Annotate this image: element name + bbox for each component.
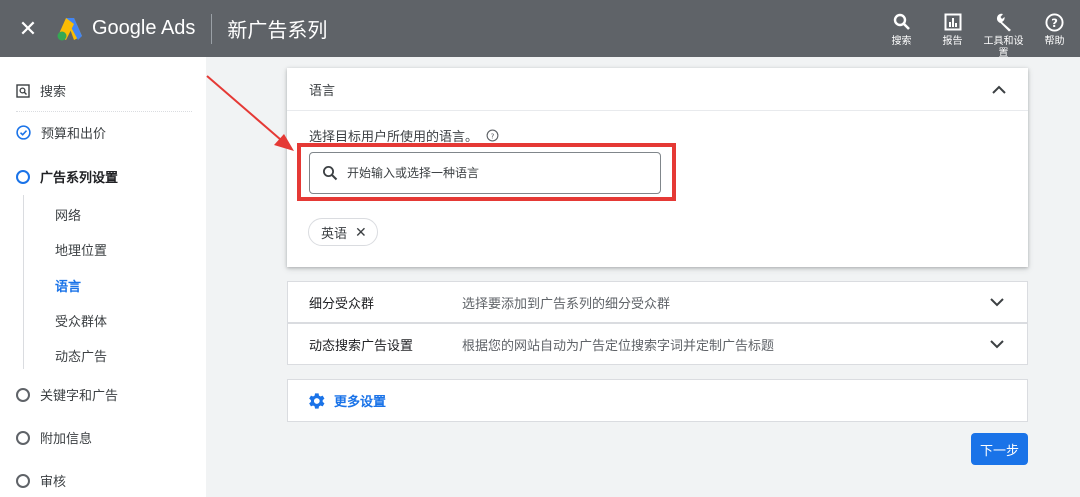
chevron-up-icon[interactable] — [992, 85, 1006, 94]
sidebar-step-label: 预算和出价 — [41, 126, 107, 141]
sidebar-step-campaign-settings[interactable]: 广告系列设置 — [16, 167, 118, 186]
audience-segments-title: 细分受众群 — [309, 295, 375, 311]
sidebar-step-label: 审核 — [40, 474, 67, 489]
sidebar-sub-location[interactable]: 地理位置 — [55, 240, 107, 259]
circle-icon — [16, 430, 30, 445]
header-tools-label: 工具和设置 — [983, 36, 1024, 59]
sidebar-sub-audience[interactable]: 受众群体 — [55, 311, 107, 330]
sidebar: 搜索 预算和出价 广告系列设置 网络 地理位置 语言 受众群体 动态广告 关键字… — [0, 57, 206, 497]
sidebar-sub-network[interactable]: 网络 — [55, 205, 81, 224]
header-search-label: 搜索 — [891, 36, 912, 47]
sidebar-step-label: 关键字和广告 — [40, 388, 119, 403]
language-card-title: 语言 — [309, 82, 336, 98]
next-button[interactable]: 下一步 — [971, 433, 1028, 465]
sidebar-search[interactable]: 搜索 — [16, 81, 66, 100]
page-title: 新广告系列 — [227, 20, 328, 42]
sidebar-divider — [16, 111, 192, 112]
highlight-box — [297, 143, 676, 201]
dynamic-search-desc: 根据您的网站自动为广告定位搜索字词并定制广告标题 — [462, 337, 775, 353]
more-settings-label: 更多设置 — [334, 394, 387, 409]
circle-icon — [16, 387, 30, 402]
header-search-button[interactable]: 搜索 — [876, 0, 927, 57]
sidebar-step-budget[interactable]: 预算和出价 — [16, 123, 106, 142]
sidebar-sub-language[interactable]: 语言 — [55, 276, 81, 295]
close-button[interactable]: ✕ — [0, 0, 56, 57]
help-icon: ? — [1045, 12, 1064, 32]
google-ads-logo: Google Ads — [56, 13, 213, 44]
language-chip-label: 英语 — [321, 225, 348, 241]
help-outline-icon[interactable]: ? — [486, 129, 499, 142]
search-box-icon — [16, 83, 30, 98]
top-bar: ✕ Google Ads 新广告系列 搜索 报告 工具和设置 ? 帮助 — [0, 0, 1080, 59]
sidebar-step-keywords[interactable]: 关键字和广告 — [16, 385, 118, 404]
wrench-icon — [996, 13, 1011, 32]
remove-chip-icon[interactable]: ✕ — [355, 224, 367, 241]
audience-segments-row[interactable]: 细分受众群 选择要添加到广告系列的细分受众群 — [287, 281, 1028, 323]
more-settings-button[interactable]: 更多设置 — [287, 379, 1028, 422]
check-circle-icon — [16, 125, 31, 140]
google-ads-logo-icon — [57, 17, 82, 40]
sidebar-tree-line — [23, 195, 24, 369]
header-tools-button[interactable]: 工具和设置 — [978, 0, 1029, 59]
search-icon — [893, 13, 910, 30]
sidebar-sub-dynamic-ads[interactable]: 动态广告 — [55, 346, 107, 365]
annotation-arrow — [206, 75, 294, 151]
sidebar-step-label: 广告系列设置 — [40, 170, 119, 185]
chevron-down-icon[interactable] — [990, 297, 1004, 307]
circle-icon — [16, 169, 30, 184]
sidebar-step-review[interactable]: 审核 — [16, 471, 66, 490]
header-report-label: 报告 — [942, 36, 963, 47]
sidebar-step-label: 附加信息 — [40, 431, 93, 446]
dynamic-search-title: 动态搜索广告设置 — [309, 337, 414, 353]
header-help-button[interactable]: ? 帮助 — [1029, 0, 1080, 57]
svg-text:?: ? — [1051, 15, 1058, 29]
language-card-header[interactable]: 语言 — [287, 68, 1028, 111]
language-chip: 英语 ✕ — [308, 218, 378, 246]
svg-text:?: ? — [491, 131, 495, 140]
chevron-down-icon[interactable] — [990, 339, 1004, 349]
circle-icon — [16, 473, 30, 488]
sidebar-step-extensions[interactable]: 附加信息 — [16, 428, 92, 447]
sidebar-search-label: 搜索 — [40, 84, 67, 99]
dynamic-search-row[interactable]: 动态搜索广告设置 根据您的网站自动为广告定位搜索字词并定制广告标题 — [287, 323, 1028, 365]
logo-text: Google Ads — [92, 17, 196, 39]
report-icon — [944, 13, 961, 31]
header-report-button[interactable]: 报告 — [927, 0, 978, 57]
header-help-label: 帮助 — [1044, 36, 1065, 47]
gear-icon — [309, 392, 325, 409]
close-icon: ✕ — [18, 15, 38, 41]
header-actions: 搜索 报告 工具和设置 ? 帮助 — [876, 0, 1080, 59]
audience-segments-desc: 选择要添加到广告系列的细分受众群 — [462, 295, 671, 311]
